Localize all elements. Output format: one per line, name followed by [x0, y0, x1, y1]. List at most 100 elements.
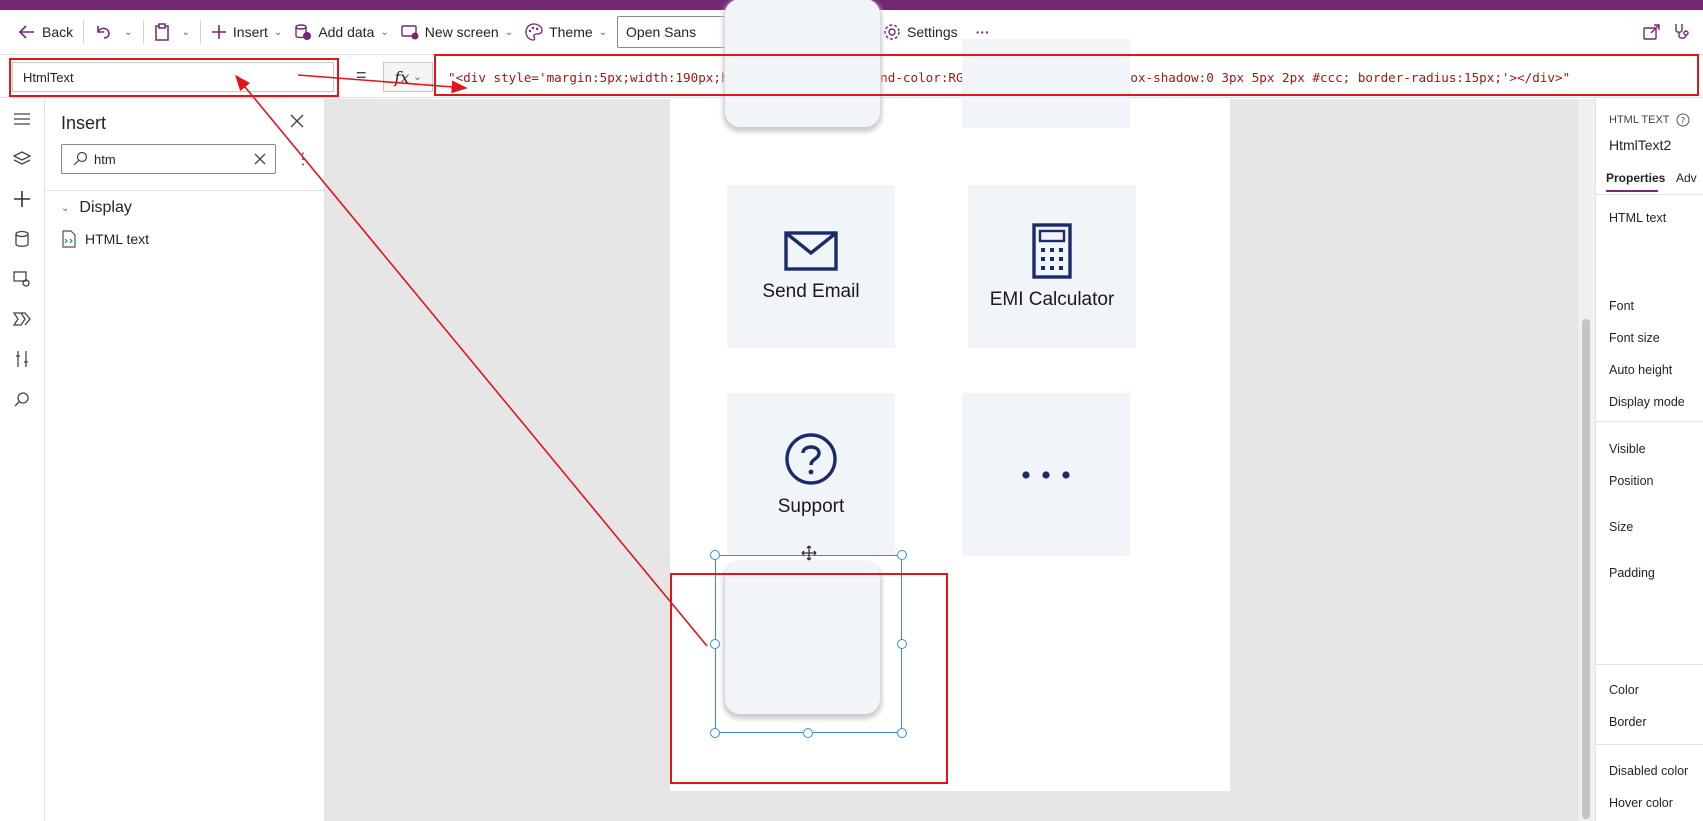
- resize-handle[interactable]: [803, 728, 813, 738]
- paste-dropdown[interactable]: ⌄: [176, 16, 196, 48]
- resize-handle[interactable]: [897, 550, 907, 560]
- question-icon: [785, 432, 837, 485]
- prop-disabled-color[interactable]: Disabled color: [1609, 764, 1688, 778]
- canvas-scrollbar[interactable]: [1577, 99, 1595, 821]
- prop-html-text[interactable]: HTML text: [1609, 211, 1666, 225]
- help-icon[interactable]: ?: [1676, 113, 1690, 127]
- property-name: HtmlText: [23, 69, 74, 85]
- app-screen: Send Email EMI Calculator Support: [670, 0, 1230, 791]
- settings-label: Settings: [907, 24, 958, 40]
- new-screen-button[interactable]: New screen ⌄: [395, 16, 519, 48]
- pane-divider: [1596, 664, 1703, 665]
- prop-position[interactable]: Position: [1609, 474, 1653, 488]
- advanced-tools-icon[interactable]: [10, 347, 34, 371]
- search-input[interactable]: htm: [61, 144, 276, 174]
- more-options-icon[interactable]: ⋮: [295, 149, 311, 169]
- app-checker-button[interactable]: [1667, 16, 1697, 48]
- chevron-down-icon: ⌄: [598, 26, 608, 38]
- display-group-label: Display: [79, 199, 132, 216]
- undo-icon: [97, 26, 110, 39]
- tile-label: Support: [777, 495, 845, 517]
- html-text-icon: [62, 230, 76, 248]
- insert-pane: Insert htm ⋮ ⌄ Display HTML text: [45, 99, 325, 821]
- tile-emi-calculator[interactable]: EMI Calculator: [968, 185, 1136, 348]
- move-icon[interactable]: [801, 545, 817, 566]
- back-label: Back: [42, 24, 74, 40]
- prop-display-mode[interactable]: Display mode: [1609, 395, 1685, 409]
- plus-icon: [211, 25, 226, 39]
- equals-sign: =: [356, 65, 367, 85]
- undo-button[interactable]: [88, 16, 118, 48]
- theme-button[interactable]: Theme ⌄: [519, 16, 613, 48]
- database-add-icon: [295, 24, 312, 40]
- gear-icon: [884, 24, 900, 40]
- media-icon[interactable]: [10, 267, 34, 291]
- database-icon[interactable]: [10, 227, 34, 251]
- back-button[interactable]: Back: [12, 16, 79, 48]
- resize-handle[interactable]: [897, 728, 907, 738]
- plus-icon[interactable]: [10, 187, 34, 211]
- arrow-left-icon: [18, 25, 34, 39]
- pane-divider: [45, 190, 325, 191]
- tile-top-right[interactable]: [962, 39, 1130, 128]
- prop-auto-height[interactable]: Auto height: [1609, 363, 1672, 377]
- theme-label: Theme: [549, 24, 593, 40]
- more-label: ···: [975, 24, 990, 40]
- ellipsis-icon: [1022, 470, 1070, 479]
- tile-send-email[interactable]: Send Email: [727, 185, 895, 348]
- resize-handle[interactable]: [710, 728, 720, 738]
- close-icon[interactable]: [289, 113, 305, 134]
- settings-button[interactable]: Settings: [877, 16, 964, 48]
- search-icon[interactable]: [10, 387, 34, 411]
- property-dropdown[interactable]: HtmlText: [12, 62, 334, 92]
- power-automate-icon[interactable]: [10, 307, 34, 331]
- clear-search-icon[interactable]: [253, 152, 267, 169]
- html-text-item[interactable]: HTML text: [61, 230, 149, 248]
- resize-handle[interactable]: [710, 550, 720, 560]
- tile-support[interactable]: Support: [727, 393, 895, 556]
- prop-hover-color[interactable]: Hover color: [1609, 796, 1673, 810]
- hamburger-icon[interactable]: [10, 107, 34, 131]
- tab-properties[interactable]: Properties: [1606, 171, 1665, 185]
- insert-label: Insert: [232, 24, 268, 40]
- tile-more[interactable]: [962, 393, 1130, 556]
- paste-button[interactable]: [148, 16, 176, 48]
- chevron-down-icon: ⌄: [273, 26, 283, 38]
- html-text-label: HTML text: [85, 231, 150, 247]
- calculator-icon: [1032, 222, 1072, 279]
- stethoscope-icon: [1675, 24, 1689, 39]
- active-tab-indicator: [1606, 190, 1658, 192]
- left-rail: [0, 99, 45, 821]
- prop-border[interactable]: Border: [1609, 715, 1647, 729]
- tab-advanced[interactable]: Adv: [1676, 171, 1697, 185]
- share-button[interactable]: [1637, 16, 1667, 48]
- prop-font-size[interactable]: Font size: [1609, 331, 1660, 345]
- undo-dropdown[interactable]: ⌄: [118, 16, 138, 48]
- layers-icon[interactable]: [10, 147, 34, 171]
- selection-frame[interactable]: [715, 555, 902, 733]
- insert-button[interactable]: Insert ⌄: [205, 16, 288, 48]
- new-screen-icon: [401, 25, 419, 40]
- html-tile-top[interactable]: [725, 0, 880, 127]
- resize-handle[interactable]: [897, 639, 907, 649]
- prop-size[interactable]: Size: [1609, 520, 1633, 534]
- font-select-value: Open Sans: [626, 24, 697, 40]
- add-data-label: Add data: [318, 24, 375, 40]
- scroll-thumb[interactable]: [1582, 319, 1590, 819]
- insert-pane-title: Insert: [61, 113, 107, 133]
- prop-padding[interactable]: Padding: [1609, 566, 1655, 580]
- display-group-header[interactable]: ⌄ Display: [61, 199, 132, 217]
- pane-divider: [1596, 421, 1703, 422]
- control-name: HtmlText2: [1609, 137, 1672, 153]
- chevron-down-icon: ⌄: [181, 26, 190, 38]
- resize-handle[interactable]: [710, 639, 720, 649]
- toolbar-divider: [142, 20, 144, 44]
- add-data-button[interactable]: Add data ⌄: [288, 16, 394, 48]
- prop-visible[interactable]: Visible: [1609, 442, 1646, 456]
- fx-button[interactable]: fx ⌄: [383, 62, 433, 92]
- prop-font[interactable]: Font: [1609, 299, 1634, 313]
- share-icon: [1643, 24, 1660, 40]
- prop-color[interactable]: Color: [1609, 683, 1639, 697]
- search-value: htm: [94, 151, 116, 167]
- palette-icon: [525, 23, 543, 41]
